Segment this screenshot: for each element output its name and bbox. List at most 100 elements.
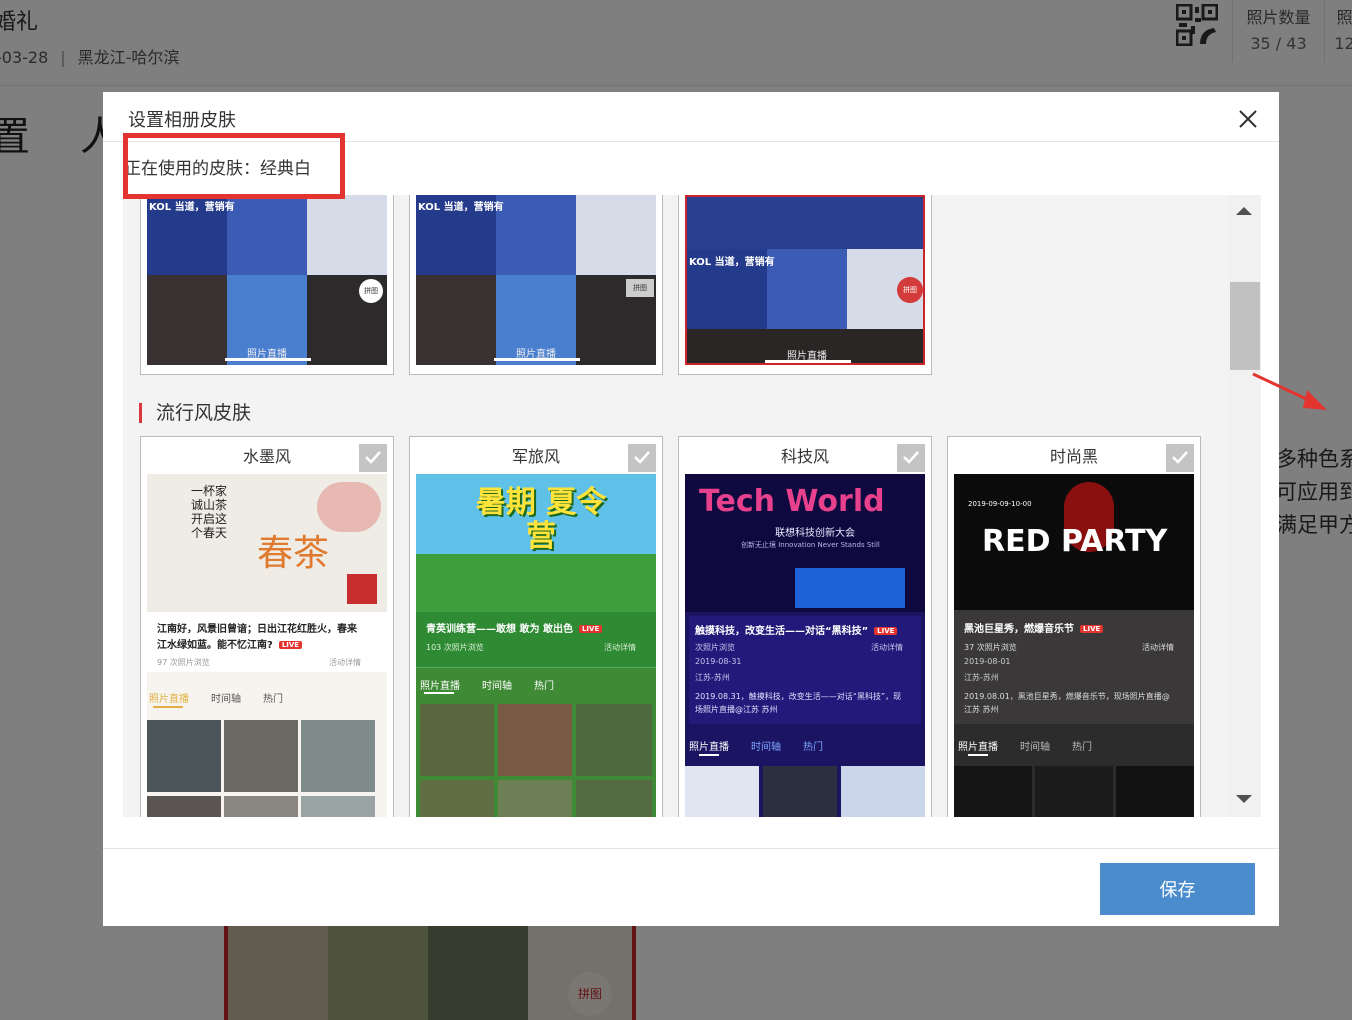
photo-tile [954,766,1032,817]
modal-title: 设置相册皮肤 [128,110,236,131]
view-count: 37 次照片浏览 [964,643,1017,652]
tab-timeline: 时间轴 [482,681,512,692]
tab-live: 照片直播 [958,742,998,753]
save-button[interactable]: 保存 [1100,863,1255,915]
tab-underline [153,706,183,708]
skin-card-ink[interactable]: 水墨风 春茶 一杯家诚山茶开启这个春天 江南好，风景旧曾谙；日出江花红胜火，春来… [140,436,394,817]
photo-tile [576,780,652,817]
check-icon [1172,451,1188,464]
tab-live: 照片直播 [420,681,460,692]
preview-tabs: 照片直播 时间轴 热门 [958,738,1114,753]
skin-card-tech[interactable]: 科技风 Tech World 联想科技创新大会 创新无止境 Innovation… [678,436,932,817]
skin-list-scroll-area[interactable]: KOL 当道，营销有 拼图 照片直播 KOL 当道，营销有 拼图 照片直播 KO… [123,195,1261,817]
select-skin-checkbox[interactable] [628,444,656,472]
check-icon [903,451,919,464]
classic-preview: KOL 当道，营销有 拼图 照片直播 [685,195,925,365]
event-line-1: 江南好，风景旧曾谙；日出江花红胜火，春来 [157,624,357,635]
view-count: 103 次照片浏览 [426,643,484,652]
event-date: 2019-08-01 [964,657,1011,666]
live-badge: LIVE [578,625,603,633]
view-count: 次照片浏览 [695,643,735,652]
photo-tile [841,766,925,817]
tech-art-slogan: 创新无止境 Innovation Never Stands Still [741,541,880,549]
classic-skin-thumb-1[interactable]: KOL 当道，营销有 拼图 照片直播 [140,195,394,375]
vertical-scrollbar[interactable] [1228,195,1261,817]
tab-underline [424,692,454,694]
photo-tile [147,796,221,817]
skin-card-military[interactable]: 军旅风 暑期 夏令营 青英训练营——敢想 敢为 敢出色 LIVE 103 次照片浏… [409,436,663,817]
photo-tile [1035,766,1113,817]
camp-art-title: 暑期 夏令营 [475,485,607,554]
skin-preview: Tech World 联想科技创新大会 创新无止境 Innovation Nev… [685,474,925,817]
select-skin-checkbox[interactable] [359,444,387,472]
photo-tile [416,275,496,365]
tech-art-title: Tech World [699,484,885,519]
tab-timeline: 时间轴 [1020,742,1050,753]
skin-list: KOL 当道，营销有 拼图 照片直播 KOL 当道，营销有 拼图 照片直播 KO… [123,195,1228,817]
classic-skin-thumb-2[interactable]: KOL 当道，营销有 拼图 照片直播 [409,195,663,375]
collage-badge: 拼图 [359,279,383,303]
photo-tile [147,720,221,792]
photo-tile [687,197,923,249]
photo-tile [498,704,572,776]
event-date: 2019-08-31 [695,657,742,666]
close-icon[interactable] [1235,106,1261,132]
photo-tile [763,766,837,817]
scroll-down-icon[interactable] [1236,795,1252,803]
photo-tile [224,720,298,792]
skin-name: 军旅风 [511,447,560,466]
classic-preview: KOL 当道，营销有 拼图 照片直播 [416,195,656,365]
live-badge: LIVE [278,641,303,649]
photo-tile [301,720,375,792]
photo-tile [496,195,576,275]
event-line-1-text: 触摸科技，改变生活——对话“黑科技” [695,626,869,637]
tech-art-subtitle: 联想科技创新大会 [775,528,855,539]
preview-tabs: 照片直播 时间轴 热门 [149,690,305,705]
tab-hot: 热门 [263,694,283,705]
photo-tile [576,195,656,275]
skin-preview: 暑期 夏令营 青英训练营——敢想 敢为 敢出色 LIVE 103 次照片浏览 活动… [416,474,656,817]
photo-tile [301,796,375,817]
photo-tile [685,766,759,817]
event-place: 江苏-苏州 [695,673,730,682]
divider [416,667,656,668]
event-line-1: 青英训练营——敢想 敢为 敢出色 LIVE [426,620,603,635]
tab-live: 照片直播 [689,742,729,753]
skin-name: 水墨风 [242,447,291,466]
annotation-arrow-icon [1252,372,1327,410]
annotation-highlight-box [123,133,345,199]
collage-badge: 拼图 [626,279,654,297]
thumb-headline: KOL 当道，营销有 [418,202,504,213]
thumb-headline: KOL 当道，营销有 [689,257,775,268]
photo-tile [224,796,298,817]
tab-underline [699,754,719,756]
tab-underline [968,754,988,756]
preview-tabs: 照片直播 时间轴 热门 [689,738,845,753]
event-line-2-text: 江水绿如蓝。能不忆江南? [157,640,273,651]
tab-hot: 热门 [803,742,823,753]
photo-tile [420,780,494,817]
classic-skin-thumb-3[interactable]: KOL 当道，营销有 拼图 照片直播 [678,195,932,375]
camp-hills [416,554,656,612]
skin-card-fashion-black[interactable]: 时尚黑 2019-09-09-10-00 RED PARTY 黑池巨星秀，燃爆音… [947,436,1201,817]
select-skin-checkbox[interactable] [1166,444,1194,472]
event-line-2: 江水绿如蓝。能不忆江南? LIVE [157,636,303,651]
building-art [795,568,905,608]
collage-badge: 拼图 [897,277,923,303]
scrollbar-thumb[interactable] [1230,282,1260,370]
select-skin-checkbox[interactable] [897,444,925,472]
event-desc-1: 2019.08.01，黑池巨星秀，燃爆音乐节，现场照片直播@ [964,692,1170,701]
thumb-indicator [494,358,580,361]
scroll-up-icon[interactable] [1236,207,1252,215]
thumb-indicator [225,358,311,361]
seal-stamp [347,574,377,604]
event-desc-1: 2019.08.31，触摸科技，改变生活——对话“黑科技”，现 [695,692,902,701]
detail-link: 活动详情 [871,643,903,652]
tab-timeline: 时间轴 [751,742,781,753]
check-icon [634,451,650,464]
view-count: 97 次照片浏览 [157,658,210,667]
photo-tile [227,195,307,275]
check-icon [365,451,381,464]
event-line-1: 黑池巨星秀，燃爆音乐节 LIVE [964,620,1104,635]
event-line-1: 触摸科技，改变生活——对话“黑科技” LIVE [695,622,898,637]
